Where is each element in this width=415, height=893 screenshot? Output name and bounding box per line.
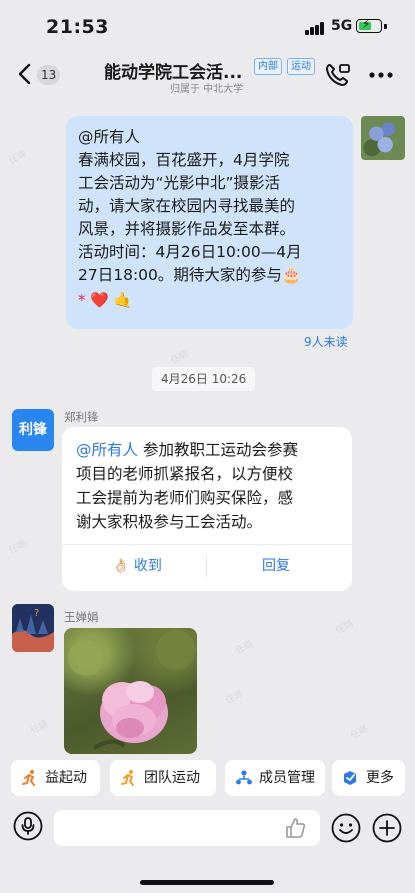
- quick-action-more[interactable]: 更多: [332, 760, 405, 796]
- message-line: 风景，并将摄影作品发至本群。: [78, 220, 296, 238]
- quick-action-member-manage[interactable]: 成员管理: [225, 760, 325, 796]
- status-bar: 21:53 5G ⚡: [0, 0, 415, 52]
- sender-avatar[interactable]: ?: [12, 604, 54, 652]
- running-icon: [22, 770, 35, 786]
- watermark: 任璐: [7, 149, 29, 167]
- call-icon[interactable]: [324, 62, 352, 88]
- emoji-line: * ❤️ 🤙: [78, 291, 133, 309]
- more-icon[interactable]: [368, 62, 394, 88]
- card-text-first: 参加教职工运动会参赛: [138, 441, 298, 459]
- signal-icon: [305, 22, 325, 35]
- chat-header: 13 能动学院工会活... 内部 运动 归属于 中北大学: [0, 52, 415, 98]
- message-input[interactable]: [54, 810, 320, 846]
- watermark: 任璐: [224, 689, 246, 707]
- reply-button[interactable]: 回复: [262, 556, 290, 576]
- my-avatar[interactable]: [361, 116, 405, 160]
- quick-action-yiqidong[interactable]: 益起动: [11, 760, 100, 796]
- time-separator: 4月26日 10:26: [152, 367, 256, 391]
- member-manage-icon: [236, 770, 252, 785]
- status-time: 21:53: [46, 16, 109, 38]
- voice-icon[interactable]: [13, 811, 43, 841]
- sender-name: 王婵娟: [64, 610, 99, 624]
- card-line: 工会提前为老师们购买保险，感: [76, 489, 294, 507]
- notice-card[interactable]: @所有人 参加教职工运动会参赛 项目的老师抓紧报名，以方便校 工会提前为老师们购…: [62, 427, 352, 591]
- watermark: 任璐: [169, 349, 191, 367]
- watermark: 任璐: [7, 539, 29, 557]
- card-divider-vertical: [206, 557, 207, 577]
- quick-action-label: 成员管理: [259, 770, 315, 786]
- message-line: 27日18:00。期待大家的参与🎂: [78, 266, 302, 284]
- message-line: 春满校园，百花盛开，4月学院: [78, 151, 290, 169]
- tag-internal: 内部: [254, 58, 282, 75]
- watermark: 任璐: [234, 639, 256, 657]
- sender-avatar[interactable]: 利锋: [12, 409, 54, 451]
- watermark: 任璐: [334, 619, 356, 637]
- card-line: 谢大家积极参与工会活动。: [76, 513, 263, 531]
- announcement-bubble[interactable]: @所有人 春满校园，百花盛开，4月学院 工会活动为“光影中北”摄影活 动，请大家…: [66, 116, 353, 329]
- message-line: @所有人: [78, 128, 141, 146]
- read-status[interactable]: 9人未读: [304, 333, 348, 350]
- thumbs-up-icon[interactable]: [285, 817, 307, 839]
- unread-count-badge[interactable]: 13: [37, 65, 61, 85]
- card-divider: [62, 544, 352, 545]
- emoji-icon[interactable]: [331, 813, 361, 843]
- home-indicator: [140, 880, 274, 885]
- battery-cap: [384, 24, 387, 29]
- photo-message[interactable]: [64, 628, 197, 754]
- mention-all[interactable]: @所有人: [76, 441, 138, 459]
- tag-sports: 运动: [287, 58, 315, 75]
- chat-subtitle: 归属于 中北大学: [170, 84, 244, 95]
- message-line: 活动时间：4月26日10:00—4月: [78, 243, 302, 261]
- network-type: 5G: [331, 18, 353, 34]
- received-button[interactable]: 👌🏻 收到: [112, 556, 162, 576]
- back-arrow-icon[interactable]: [14, 62, 38, 86]
- team-sport-icon: [121, 770, 134, 786]
- quick-action-label: 团队运动: [144, 770, 200, 786]
- quick-action-label: 更多: [366, 770, 394, 786]
- plus-icon[interactable]: [372, 813, 402, 843]
- card-line: 项目的老师抓紧报名，以方便校: [76, 465, 294, 483]
- message-line: 工会活动为“光影中北”摄影活: [78, 174, 281, 192]
- svg-text:?: ?: [34, 608, 39, 619]
- battery-icon: ⚡: [356, 17, 382, 33]
- card-text: @所有人 参加教职工运动会参赛 项目的老师抓紧报名，以方便校 工会提前为老师们购…: [76, 438, 346, 534]
- quick-action-team-sport[interactable]: 团队运动: [110, 760, 216, 796]
- message-line: 动，请大家在校园内寻找最美的: [78, 197, 296, 215]
- quick-action-label: 益起动: [45, 770, 87, 786]
- quick-action-bar: 益起动 团队运动 成员管理 更多: [0, 756, 415, 800]
- watermark: 任璐: [29, 719, 51, 737]
- more-apps-icon: [344, 771, 356, 785]
- watermark: 任璐: [349, 724, 371, 742]
- sender-name: 郑利锋: [64, 410, 99, 424]
